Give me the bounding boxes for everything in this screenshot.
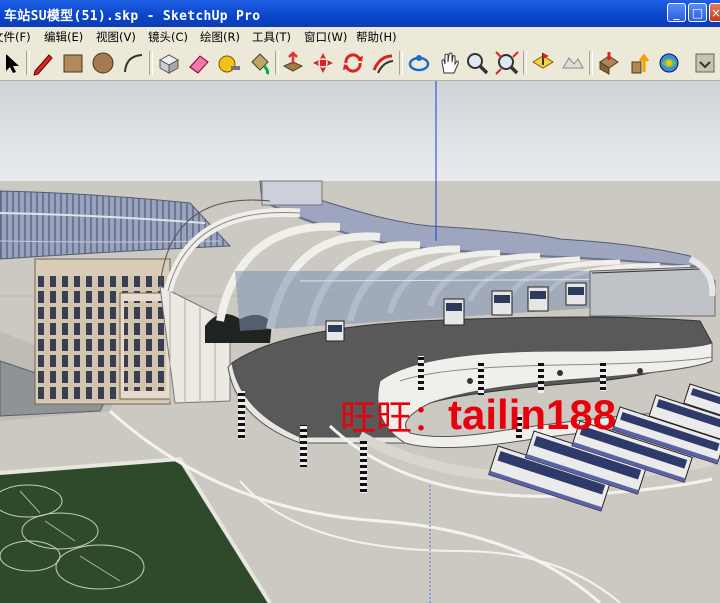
window-title: 车站SU模型(51).skp - SketchUp Pro — [4, 9, 261, 24]
push-pull-icon[interactable] — [280, 50, 306, 76]
add-location-icon[interactable] — [530, 50, 556, 76]
select-icon[interactable] — [0, 50, 26, 76]
toggle-terrain-icon[interactable] — [560, 50, 586, 76]
toolbar-separator — [399, 51, 403, 75]
column — [418, 356, 424, 390]
bus — [565, 282, 587, 306]
rotate-icon[interactable] — [340, 50, 366, 76]
minimize-button[interactable]: _ — [667, 3, 686, 22]
toolbar-separator — [589, 51, 593, 75]
menu-edit[interactable]: 编辑(E) — [44, 29, 83, 45]
tape-measure-icon[interactable] — [216, 50, 242, 76]
bus — [325, 320, 345, 342]
toolbar-separator — [275, 51, 279, 75]
bus — [491, 290, 513, 316]
menu-bar: 文件(F) 编辑(E) 视图(V) 镜头(C) 绘图(R) 工具(T) 窗口(W… — [0, 27, 720, 46]
toolbar-overflow-icon[interactable] — [692, 50, 718, 76]
share-component-icon[interactable] — [656, 50, 682, 76]
bus — [443, 298, 465, 326]
title-bar: 车站SU模型(51).skp - SketchUp Pro _ □ × — [0, 0, 720, 27]
zoom-icon[interactable] — [464, 50, 490, 76]
menu-camera[interactable]: 镜头(C) — [148, 29, 188, 45]
offset-icon[interactable] — [370, 50, 396, 76]
move-icon[interactable] — [310, 50, 336, 76]
arc-icon[interactable] — [120, 50, 146, 76]
column — [300, 425, 307, 467]
menu-view[interactable]: 视图(V) — [96, 29, 136, 45]
get-models-icon[interactable] — [596, 50, 622, 76]
station-model-scene — [0, 81, 720, 603]
circle-icon[interactable] — [90, 50, 116, 76]
maximize-button[interactable]: □ — [688, 3, 707, 22]
zoom-extents-icon[interactable] — [494, 50, 520, 76]
menu-file[interactable]: 文件(F) — [0, 29, 31, 45]
share-model-icon[interactable] — [626, 50, 652, 76]
column — [600, 363, 606, 391]
menu-window[interactable]: 窗口(W) — [304, 29, 347, 45]
menu-tools[interactable]: 工具(T) — [252, 29, 291, 45]
pan-icon[interactable] — [436, 50, 462, 76]
watermark-prefix: 旺旺： — [340, 398, 449, 439]
watermark-id: tailin188 — [448, 391, 617, 438]
pencil-icon[interactable] — [30, 50, 56, 76]
menu-draw[interactable]: 绘图(R) — [200, 29, 240, 45]
rectangle-icon[interactable] — [60, 50, 86, 76]
orbit-icon[interactable] — [406, 50, 432, 76]
paint-bucket-icon[interactable] — [246, 50, 272, 76]
menu-help[interactable]: 帮助(H) — [356, 29, 397, 45]
toolbar — [0, 46, 720, 81]
watermark: 旺旺：tailin188 — [340, 389, 616, 441]
close-button[interactable]: × — [709, 3, 720, 22]
toolbar-separator — [523, 51, 527, 75]
model-viewport[interactable]: 旺旺：tailin188 — [0, 81, 720, 603]
toolbar-separator — [149, 51, 153, 75]
eraser-icon[interactable] — [186, 50, 212, 76]
column — [238, 391, 245, 439]
make-component-icon[interactable] — [156, 50, 182, 76]
bus — [527, 286, 549, 312]
column — [360, 441, 367, 493]
